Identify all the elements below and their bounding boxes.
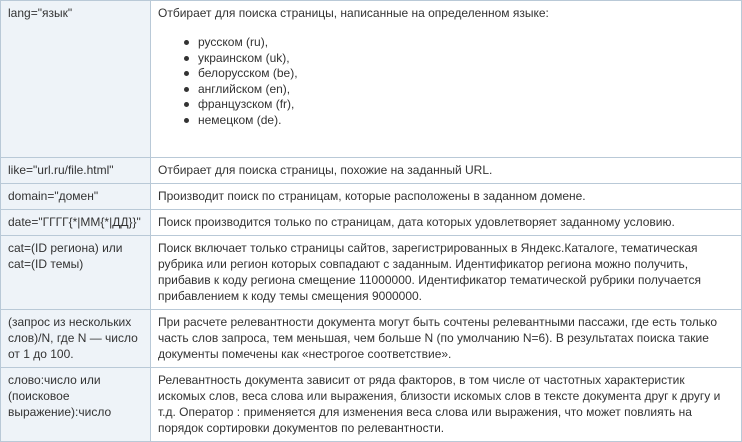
- description-text: Отбирает для поиска страницы, написанные…: [158, 6, 549, 20]
- description-cell: Поиск производится только по страницам, …: [150, 209, 742, 236]
- description-cell: Релевантность документа зависит от ряда …: [150, 367, 742, 442]
- table-row: domain="домен" Производит поиск по стран…: [0, 183, 742, 210]
- table-row: слово:число или (поисковое выражение):чи…: [0, 367, 742, 442]
- operator-cell: domain="домен": [0, 183, 151, 210]
- operator-cell: lang="язык": [0, 0, 151, 158]
- list-item: немецком (de).: [158, 113, 735, 129]
- list-item-text: французском (fr),: [198, 97, 295, 111]
- operator-cell: date="ГГГГ{*|ММ{*|ДД}}": [0, 209, 151, 236]
- list-item: украинском (uk),: [158, 51, 735, 67]
- bullet-icon: [184, 55, 189, 61]
- list-item: белорусском (be),: [158, 66, 735, 82]
- bullet-icon: [184, 102, 189, 107]
- operator-cell: (запрос из нескольких слов)/N, где N — ч…: [0, 309, 151, 368]
- list-item: английском (en),: [158, 82, 735, 98]
- list-item: французском (fr),: [158, 97, 735, 113]
- bullet-icon: [184, 86, 189, 92]
- operators-table: lang="язык" Отбирает для поиска страницы…: [0, 0, 742, 442]
- list-item-text: белорусском (be),: [198, 66, 298, 80]
- table-row: like="url.ru/file.html" Отбирает для пои…: [0, 157, 742, 184]
- operator-cell: cat=(ID региона) или cat=(ID темы): [0, 235, 151, 310]
- description-cell: Производит поиск по страницам, которые р…: [150, 183, 742, 210]
- operator-cell: слово:число или (поисковое выражение):чи…: [0, 367, 151, 442]
- bullet-icon: [184, 117, 189, 123]
- operator-cell: like="url.ru/file.html": [0, 157, 151, 184]
- table-row: lang="язык" Отбирает для поиска страницы…: [0, 0, 742, 158]
- description-cell: Отбирает для поиска страницы, написанные…: [150, 0, 742, 158]
- language-list: русском (ru), украинском (uk), белорусск…: [158, 35, 735, 128]
- list-item-text: английском (en),: [198, 81, 291, 96]
- list-item-text: украинском (uk),: [198, 50, 290, 65]
- description-cell: Отбирает для поиска страницы, похожие на…: [150, 157, 742, 184]
- bullet-icon: [184, 40, 189, 45]
- list-item: русском (ru),: [158, 35, 735, 51]
- list-item-text: русском (ru),: [198, 35, 269, 49]
- table-row: (запрос из нескольких слов)/N, где N — ч…: [0, 309, 742, 368]
- list-item-text: немецком (de).: [198, 112, 282, 127]
- table-row: cat=(ID региона) или cat=(ID темы) Поиск…: [0, 235, 742, 310]
- description-cell: При расчете релевантности документа могу…: [150, 309, 742, 368]
- table-row: date="ГГГГ{*|ММ{*|ДД}}" Поиск производит…: [0, 209, 742, 236]
- bullet-icon: [184, 71, 189, 76]
- description-cell: Поиск включает только страницы сайтов, з…: [150, 235, 742, 310]
